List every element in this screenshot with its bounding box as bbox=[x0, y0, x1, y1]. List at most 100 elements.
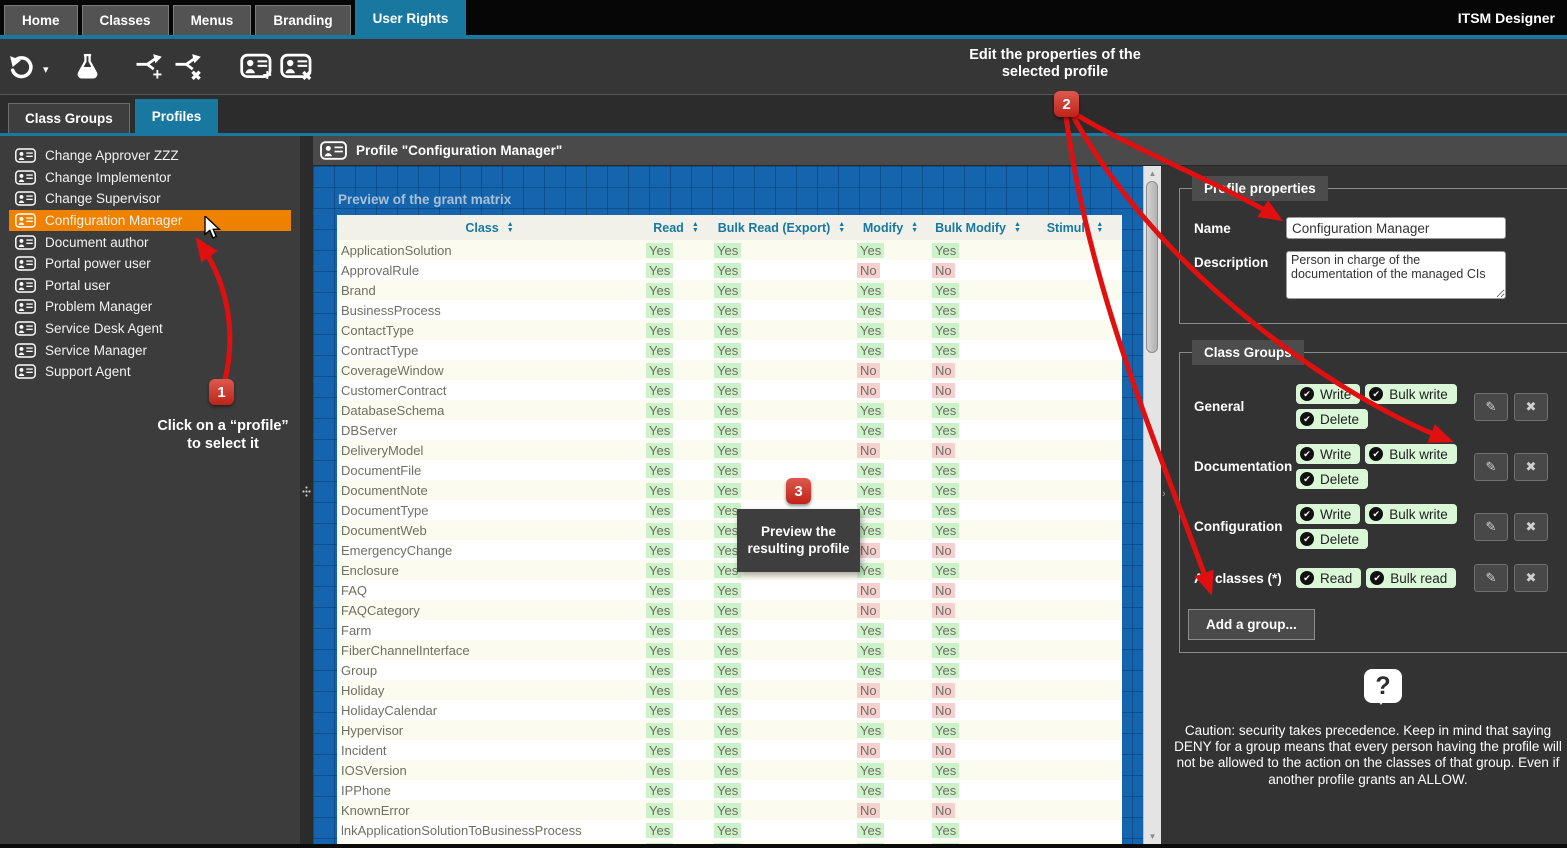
sidebar-collapse-handle-icon[interactable] bbox=[302, 484, 311, 502]
profile-item-change-approver-zzz[interactable]: Change Approver ZZZ bbox=[9, 145, 291, 167]
sort-icon[interactable]: ▲▼ bbox=[1014, 222, 1021, 233]
profile-item-document-author[interactable]: Document author bbox=[9, 231, 291, 253]
column-header-modify[interactable]: Modify▲▼ bbox=[853, 215, 928, 240]
grant-cell: Yes bbox=[710, 320, 853, 340]
sort-icon[interactable]: ▲▼ bbox=[1096, 222, 1103, 233]
table-row: IOSVersionYesYesYesYes bbox=[337, 760, 1122, 780]
add-transition-button[interactable]: + bbox=[134, 53, 167, 81]
column-header-class[interactable]: Class▲▼ bbox=[337, 215, 642, 240]
remove-group-button[interactable]: ✖ bbox=[1514, 453, 1548, 481]
undo-button[interactable] bbox=[8, 54, 35, 79]
transition-add-icon: + bbox=[134, 53, 167, 81]
sort-icon[interactable]: ▲▼ bbox=[692, 222, 699, 233]
remove-group-button[interactable]: ✖ bbox=[1514, 513, 1548, 541]
grant-cell: No bbox=[853, 360, 928, 380]
nav-tab-branding[interactable]: Branding bbox=[255, 5, 350, 35]
remove-transition-button[interactable]: ✖ bbox=[173, 53, 206, 81]
scrollbar-down-icon[interactable]: ▼ bbox=[1144, 832, 1161, 841]
profile-item-service-manager[interactable]: Service Manager bbox=[9, 339, 291, 361]
sort-icon[interactable]: ▲▼ bbox=[911, 222, 918, 233]
sub-tab-profiles[interactable]: Profiles bbox=[135, 99, 219, 133]
nav-tab-menus[interactable]: Menus bbox=[173, 5, 252, 35]
grant-cell: Yes bbox=[928, 320, 1028, 340]
grant-cell: No bbox=[853, 680, 928, 700]
grant-cell: No bbox=[928, 540, 1028, 560]
remove-group-button[interactable]: ✖ bbox=[1514, 393, 1548, 421]
grant-cell bbox=[1028, 780, 1122, 800]
column-header-read[interactable]: Read ▲▼ bbox=[642, 215, 710, 240]
grant-cell: Yes bbox=[710, 720, 853, 740]
class-name-cell: ContactType bbox=[337, 320, 642, 340]
nav-tab-user-rights[interactable]: User Rights bbox=[355, 0, 467, 35]
sort-icon[interactable]: ▲▼ bbox=[838, 222, 845, 233]
grant-cell: Yes bbox=[710, 620, 853, 640]
grant-cell: Yes bbox=[710, 680, 853, 700]
sub-tab-class-groups[interactable]: Class Groups bbox=[8, 103, 130, 133]
grant-cell: Yes bbox=[928, 520, 1028, 540]
profile-item-configuration-manager[interactable]: Configuration Manager bbox=[9, 210, 291, 232]
edit-group-button[interactable]: ✎ bbox=[1474, 513, 1508, 541]
sidebar-splitter[interactable] bbox=[300, 136, 313, 844]
nav-tab-classes[interactable]: Classes bbox=[82, 5, 169, 35]
profile-item-portal-user[interactable]: Portal user bbox=[9, 275, 291, 297]
sort-icon[interactable]: ▲▼ bbox=[507, 222, 514, 233]
grant-cell: Yes bbox=[710, 660, 853, 680]
grant-cell: Yes bbox=[928, 640, 1028, 660]
add-profile-button[interactable]: + bbox=[240, 53, 274, 81]
class-name-cell: IOSVersion bbox=[337, 760, 642, 780]
grant-cell: No bbox=[853, 440, 928, 460]
table-row: DBServerYesYesYesYes bbox=[337, 420, 1122, 440]
edit-group-button[interactable]: ✎ bbox=[1474, 453, 1508, 481]
profile-item-support-agent[interactable]: Support Agent bbox=[9, 361, 291, 383]
edit-group-button[interactable]: ✎ bbox=[1474, 393, 1508, 421]
simulate-button[interactable] bbox=[75, 53, 100, 80]
description-label: Description bbox=[1194, 251, 1286, 270]
grant-cell: Yes bbox=[710, 440, 853, 460]
nav-tab-home[interactable]: Home bbox=[4, 5, 78, 35]
profile-item-label: Document author bbox=[45, 235, 149, 250]
sub-tab-bar: Class GroupsProfiles bbox=[0, 95, 1567, 136]
column-header-bulk-modify[interactable]: Bulk Modify▲▼ bbox=[928, 215, 1028, 240]
table-row: KnownErrorYesYesNoNo bbox=[337, 800, 1122, 820]
profile-card-icon bbox=[15, 170, 36, 185]
table-row: IncidentYesYesNoNo bbox=[337, 740, 1122, 760]
table-row: CoverageWindowYesYesNoNo bbox=[337, 360, 1122, 380]
grant-cell bbox=[1028, 460, 1122, 480]
profile-item-service-desk-agent[interactable]: Service Desk Agent bbox=[9, 318, 291, 340]
scrollbar-thumb[interactable] bbox=[1146, 181, 1158, 353]
profile-item-change-supervisor[interactable]: Change Supervisor bbox=[9, 188, 291, 210]
profile-item-change-implementor[interactable]: Change Implementor bbox=[9, 167, 291, 189]
description-field[interactable]: Person in charge of the documentation of… bbox=[1286, 251, 1506, 299]
column-header-stimuli[interactable]: Stimuli▲▼ bbox=[1028, 215, 1122, 240]
profiles-sidebar: Change Approver ZZZChange ImplementorCha… bbox=[0, 136, 300, 844]
scrollbar-up-icon[interactable]: ▲ bbox=[1144, 169, 1161, 178]
grant-cell: Yes bbox=[853, 660, 928, 680]
delete-profile-button[interactable]: ✖ bbox=[280, 53, 314, 81]
add-group-button[interactable]: Add a group... bbox=[1188, 609, 1315, 640]
column-label: Read bbox=[653, 221, 684, 235]
matrix-scrollbar[interactable]: ▲ ▼ bbox=[1143, 166, 1161, 844]
grant-cell: Yes bbox=[642, 780, 710, 800]
undo-dropdown-caret-icon[interactable]: ▾ bbox=[43, 63, 49, 76]
profile-item-portal-power-user[interactable]: Portal power user bbox=[9, 253, 291, 275]
profile-item-problem-manager[interactable]: Problem Manager bbox=[9, 296, 291, 318]
grant-cell bbox=[1028, 760, 1122, 780]
check-icon: ✔ bbox=[1369, 507, 1383, 521]
grant-cell: Yes bbox=[710, 300, 853, 320]
profile-card-icon bbox=[320, 141, 347, 160]
class-name-cell: Group bbox=[337, 660, 642, 680]
column-header-bulk-read-export[interactable]: Bulk Read (Export)▲▼ bbox=[710, 215, 853, 240]
profile-add-icon: + bbox=[240, 53, 274, 81]
grant-cell: No bbox=[928, 800, 1028, 820]
grant-cell: Yes bbox=[853, 320, 928, 340]
class-name-cell: DocumentFile bbox=[337, 460, 642, 480]
profile-details-panel: › Profile properties Name Description Pe… bbox=[1161, 166, 1567, 844]
edit-group-button[interactable]: ✎ bbox=[1474, 564, 1508, 592]
grant-badges: ✔Read✔Bulk read bbox=[1296, 568, 1474, 588]
remove-group-button[interactable]: ✖ bbox=[1514, 564, 1548, 592]
panel-collapse-handle-icon[interactable]: › bbox=[1162, 488, 1166, 500]
name-field[interactable] bbox=[1286, 217, 1506, 239]
table-row: ApprovalRuleYesYesNoNo bbox=[337, 260, 1122, 280]
grant-cell: Yes bbox=[853, 500, 928, 520]
grant-cell: Yes bbox=[642, 680, 710, 700]
